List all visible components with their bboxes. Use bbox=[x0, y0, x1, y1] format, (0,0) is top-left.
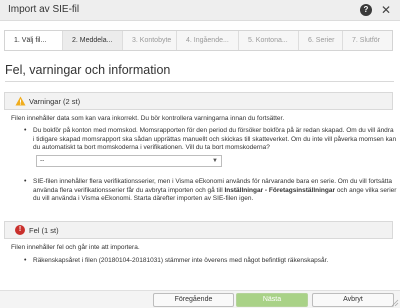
warning-2-line-3: du vill använda i Visma eEkonomi. Starta… bbox=[33, 195, 254, 202]
error-icon: ! bbox=[15, 225, 25, 235]
bullet-icon: • bbox=[24, 257, 27, 264]
chevron-down-icon: ▼ bbox=[212, 158, 218, 164]
help-icon[interactable]: ? bbox=[360, 4, 372, 16]
warning-2-text-end: och ange vilka serier bbox=[335, 186, 397, 194]
page-title: Fel, varningar och information bbox=[5, 63, 171, 77]
wizard-step-5: 5. Kontona... bbox=[239, 31, 299, 50]
warnings-intro: Filen innehåller data som kan vara inkor… bbox=[11, 115, 285, 122]
cancel-button[interactable]: Avbryt bbox=[312, 293, 394, 307]
warning-1-line-1: Du bokför på konton med momskod. Momsrap… bbox=[33, 127, 394, 134]
previous-button[interactable]: Föregående bbox=[153, 293, 234, 307]
select-value: -- bbox=[40, 157, 45, 164]
resize-grip-icon[interactable] bbox=[391, 299, 399, 307]
errors-header: ! Fel (1 st) bbox=[4, 221, 393, 239]
warnings-header: Varningar (2 st) bbox=[4, 92, 393, 110]
next-button[interactable]: Nästa bbox=[236, 293, 308, 307]
wizard-step-1[interactable]: 1. Välj fil... bbox=[5, 31, 63, 50]
bullet-icon: • bbox=[24, 178, 27, 185]
wizard-step-7: 7. Slutför bbox=[352, 37, 381, 44]
errors-title: Fel (1 st) bbox=[29, 226, 59, 235]
errors-intro: Filen innehåller fel och går inte att im… bbox=[11, 244, 140, 251]
warning-2-line-1: SIE-filen innehåller flera verifikations… bbox=[33, 178, 392, 185]
warning-1-line-3: du automatiskt ta bort momskoderna i ver… bbox=[33, 144, 270, 151]
window-title: Import av SIE-fil bbox=[8, 4, 80, 15]
wizard-step-2[interactable]: 2. Meddela... bbox=[63, 31, 123, 50]
remove-vat-codes-select[interactable]: -- ▼ bbox=[36, 155, 222, 167]
wizard-step-6: 6. Serier bbox=[299, 31, 343, 50]
wizard-step-4: 4. Ingående... bbox=[177, 31, 239, 50]
wizard-steps: 1. Välj fil... 2. Meddela... 3. Kontobyt… bbox=[4, 30, 393, 51]
error-1-text: Räkenskapsåret i filen (20180104-2018103… bbox=[33, 257, 329, 264]
window-titlebar: Import av SIE-fil ? ✕ bbox=[0, 0, 400, 21]
warning-icon bbox=[15, 96, 26, 106]
bullet-icon: • bbox=[24, 127, 27, 134]
warning-2-text: använda flera verifikationsserier får du… bbox=[33, 186, 225, 194]
settings-path: Inställningar - Företagsinställningar bbox=[224, 186, 336, 194]
warning-2-line-2: använda flera verifikationsserier får du… bbox=[33, 187, 396, 196]
warning-1-line-2: i tidigare skapad momsrapport ska sådan … bbox=[33, 135, 397, 143]
close-icon[interactable]: ✕ bbox=[379, 3, 393, 17]
wizard-step-3: 3. Kontobyte bbox=[123, 31, 177, 50]
divider bbox=[5, 81, 394, 82]
warnings-title: Varningar (2 st) bbox=[29, 97, 81, 106]
